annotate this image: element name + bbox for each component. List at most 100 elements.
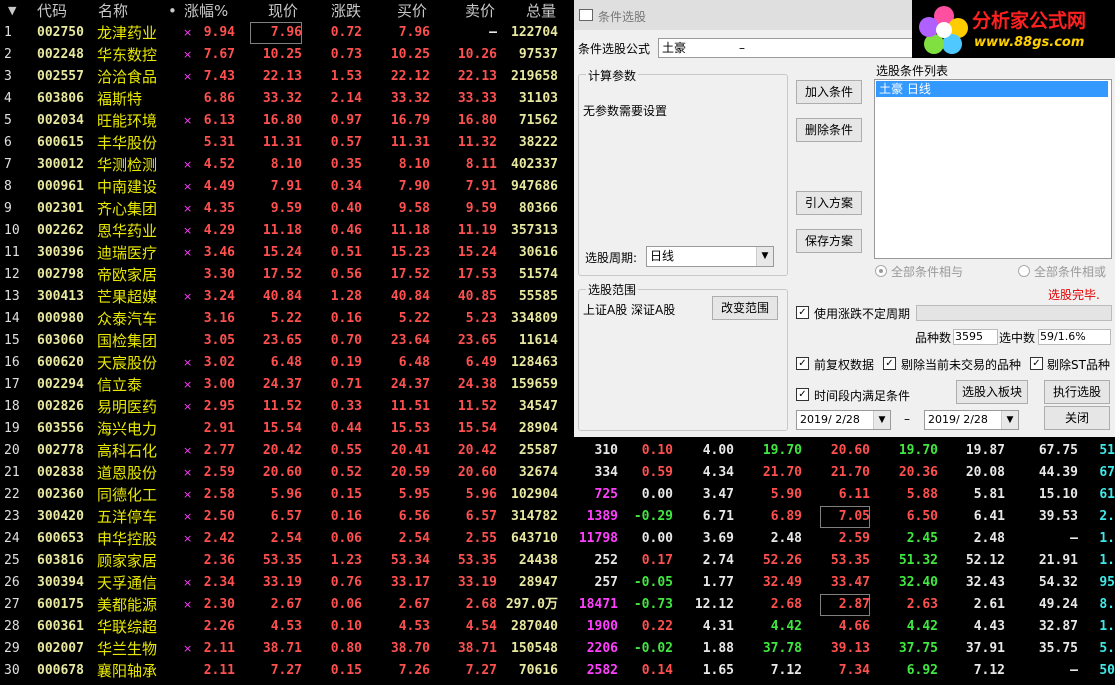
date-from-picker[interactable]: 2019/ 2/28 ▼ <box>796 410 891 430</box>
cell-extra-2: 3.69 <box>702 531 734 546</box>
table-row[interactable]: 24 600653 申华控股 × 2.42 2.54 0.06 2.54 2.55 643710 1… <box>0 528 1115 550</box>
cell-price: 16.80 <box>262 113 302 128</box>
cell-name: 华兰生物 <box>97 640 158 658</box>
cell-bid: 5.22 <box>398 311 430 326</box>
chevron-down-icon[interactable]: ▼ <box>1001 411 1018 429</box>
radio-and[interactable] <box>875 265 887 277</box>
table-row[interactable]: 30 000678 襄阳轴承 2.11 7.27 0.15 7.26 7.27 70616 258… <box>0 660 1115 682</box>
cell-extra-8: 5. <box>1099 641 1115 656</box>
cell-extra-8: 1. <box>1099 531 1115 546</box>
delete-condition-button[interactable]: 删除条件 <box>796 118 862 142</box>
table-row[interactable]: 26 300394 天孚通信 × 2.34 33.19 0.76 33.17 33.19 2894… <box>0 572 1115 594</box>
cell-ask: 33.19 <box>457 575 497 590</box>
cell-idx: 15 <box>4 333 20 348</box>
cell-extra-8: 50 <box>1099 663 1115 678</box>
cell-idx: 17 <box>4 377 20 392</box>
cell-idx: 2 <box>4 47 12 62</box>
cell-name: 美都能源 <box>97 596 158 614</box>
col-pct-header[interactable]: 涨幅% <box>184 0 228 22</box>
period-label: 选股周期: <box>585 251 638 265</box>
col-bid-header[interactable]: 买价 <box>397 0 427 22</box>
cell-price: 2.54 <box>270 531 302 546</box>
cell-bid: 2.67 <box>398 597 430 612</box>
table-row[interactable]: 21 002838 道恩股份 × 2.59 20.60 0.52 20.59 20.60 3267… <box>0 462 1115 484</box>
col-code-header[interactable]: 代码 <box>37 0 67 22</box>
date-to-picker[interactable]: 2019/ 2/28 ▼ <box>924 410 1019 430</box>
cell-extra-2: 4.31 <box>702 619 734 634</box>
col-name-header[interactable]: 名称 <box>98 0 128 22</box>
cell-extra-8: 1. <box>1099 619 1115 634</box>
radio-or[interactable] <box>1018 265 1030 277</box>
cell-price: 5.22 <box>270 311 302 326</box>
cell-idx: 25 <box>4 553 20 568</box>
cell-chg: 0.06 <box>330 531 362 546</box>
use-period-checkbox[interactable]: ✓ <box>796 306 809 319</box>
formula-label: 条件选股公式 <box>578 42 651 56</box>
time-range-label: 时间段内满足条件 <box>814 389 911 403</box>
cell-vol: 150548 <box>511 641 558 656</box>
period-value: 日线 <box>650 249 675 263</box>
adj-checkbox[interactable]: ✓ <box>796 357 809 370</box>
change-scope-button[interactable]: 改变范围 <box>712 296 778 320</box>
table-row[interactable]: 28 600361 华联综超 2.26 4.53 0.10 4.53 4.54 287040 19… <box>0 616 1115 638</box>
cell-ask: 38.71 <box>457 641 497 656</box>
cell-idx: 28 <box>4 619 20 634</box>
chevron-down-icon[interactable]: ▼ <box>873 411 890 429</box>
add-condition-button[interactable]: 加入条件 <box>796 80 862 104</box>
cell-ask: 24.38 <box>457 377 497 392</box>
cell-extra-7: 54.32 <box>1038 575 1078 590</box>
table-row[interactable]: 22 002360 同德化工 × 2.58 5.96 0.15 5.95 5.96 102904 7… <box>0 484 1115 506</box>
cell-chg: 2.14 <box>330 91 362 106</box>
cell-idx: 13 <box>4 289 20 304</box>
table-row[interactable]: 25 603816 顾家家居 2.36 53.35 1.23 53.34 53.35 24438… <box>0 550 1115 572</box>
cell-pct: 2.95 <box>203 399 235 414</box>
cell-extra-5: 51.32 <box>898 553 938 568</box>
table-row[interactable]: 29 002007 华兰生物 × 2.11 38.71 0.80 38.70 38.71 1505… <box>0 638 1115 660</box>
sort-arrow-icon[interactable]: ▼ <box>8 0 16 22</box>
col-vol-header[interactable]: 总量 <box>526 0 556 22</box>
period-select[interactable]: 日线 ▼ <box>646 246 774 267</box>
to-block-button[interactable]: 选股入板块 <box>956 380 1028 404</box>
close-button[interactable]: 关闭 <box>1044 406 1110 430</box>
condition-list-item[interactable]: 土豪 日线 <box>876 81 1108 97</box>
import-plan-button[interactable]: 引入方案 <box>796 191 862 215</box>
cell-bid: 10.25 <box>390 47 430 62</box>
cell-vol: 70616 <box>518 663 558 678</box>
cell-code: 002360 <box>37 487 84 502</box>
cell-ask: 10.26 <box>457 47 497 62</box>
cell-name: 顾家家居 <box>97 552 158 570</box>
formula-select[interactable]: 土豪 – <box>658 38 914 58</box>
cell-bid: 6.48 <box>398 355 430 370</box>
cell-name: 中南建设 <box>97 178 158 196</box>
cell-extra-0: 257 <box>594 575 618 590</box>
cell-bid: 23.64 <box>390 333 430 348</box>
time-range-checkbox[interactable]: ✓ <box>796 388 809 401</box>
cell-price: 8.10 <box>270 157 302 172</box>
cell-star <box>183 308 193 330</box>
condition-list[interactable]: 土豪 日线 <box>874 79 1112 259</box>
chevron-down-icon[interactable]: ▼ <box>756 247 773 266</box>
cell-code: 603806 <box>37 91 84 106</box>
cell-price: 7.96 <box>250 22 302 44</box>
date-separator: – <box>904 412 910 426</box>
cell-name: 华东数控 <box>97 46 158 64</box>
table-row[interactable]: 27 600175 美都能源 × 2.30 2.67 0.06 2.67 2.68 297.0万 1… <box>0 594 1115 616</box>
cell-name: 帝欧家居 <box>97 266 158 284</box>
col-chg-header[interactable]: 涨跌 <box>331 0 361 22</box>
cell-name: 芒果超媒 <box>97 288 158 306</box>
col-ask-header[interactable]: 卖价 <box>465 0 495 22</box>
cell-pct: 2.77 <box>203 443 235 458</box>
run-screen-button[interactable]: 执行选股 <box>1044 380 1110 404</box>
cell-code: 600361 <box>37 619 84 634</box>
cell-price: 40.84 <box>262 289 302 304</box>
cell-name: 五洋停车 <box>97 508 158 526</box>
save-plan-button[interactable]: 保存方案 <box>796 229 862 253</box>
exclude-st-checkbox[interactable]: ✓ <box>1030 357 1043 370</box>
table-row[interactable]: 23 300420 五洋停车 × 2.50 6.57 0.16 6.56 6.57 314782 1… <box>0 506 1115 528</box>
exclude-untraded-checkbox[interactable]: ✓ <box>883 357 896 370</box>
table-row[interactable]: 20 002778 高科石化 × 2.77 20.42 0.55 20.41 20.42 2558… <box>0 440 1115 462</box>
cell-star: × <box>183 26 193 39</box>
cell-bid: 22.12 <box>390 69 430 84</box>
col-price-header[interactable]: 现价 <box>268 0 298 22</box>
dialog-title: 条件选股 <box>598 10 647 24</box>
